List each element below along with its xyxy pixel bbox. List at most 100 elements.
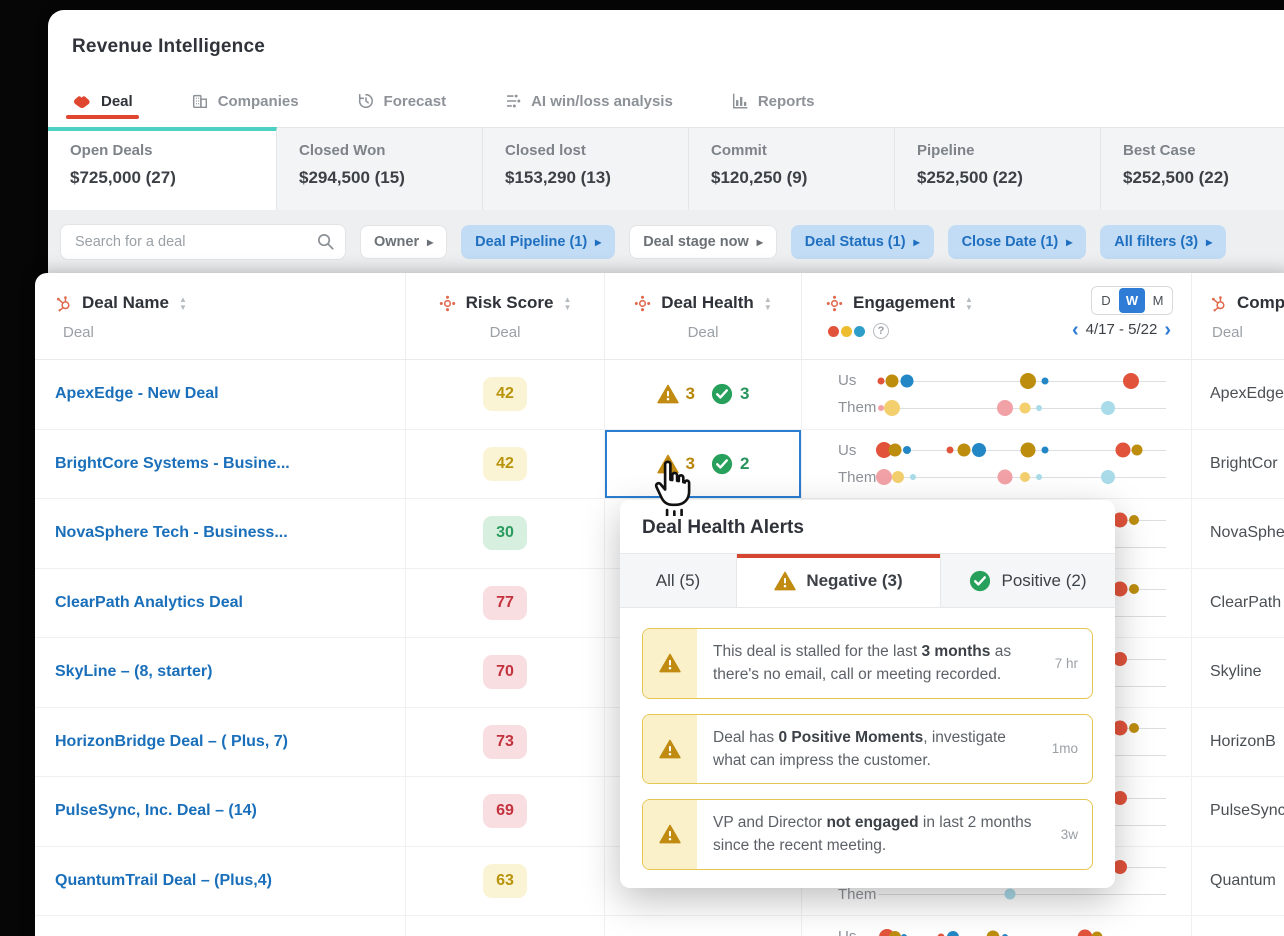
engagement-dot[interactable] [892,471,904,483]
engagement-dot[interactable] [1129,584,1139,594]
filter-chip-deal-pipeline-1[interactable]: Deal Pipeline (1) ▸ [461,225,615,259]
engagement-dot[interactable] [884,400,900,416]
deal-name-link[interactable]: BrightCore Systems - Busine... [35,430,406,499]
sort-icon[interactable]: ▲▼ [965,296,973,311]
filter-chip-deal-stage-now[interactable]: Deal stage now ▸ [629,225,777,259]
tab-deal[interactable]: Deal [72,92,133,126]
column-header-deal-name[interactable]: Deal Name ▲▼ Deal [35,273,406,359]
summary-card-value: $252,500 (22) [1123,168,1284,188]
engagement-view-w[interactable]: W [1119,288,1145,313]
deal-name-link[interactable]: NovaSphere Tech - Business... [35,499,406,568]
engagement-dot[interactable] [1115,443,1130,458]
engagement-dot[interactable] [903,446,911,454]
negative-alerts[interactable]: 3 [657,384,695,404]
column-header-risk-score[interactable]: Risk Score ▲▼ Deal [406,273,605,359]
search-input[interactable] [60,224,346,260]
engagement-dot[interactable] [1129,723,1139,733]
filter-chip-close-date-1[interactable]: Close Date (1) ▸ [948,225,1087,259]
engagement-dot[interactable] [997,400,1013,416]
filter-chip-deal-status-1[interactable]: Deal Status (1) ▸ [791,225,934,259]
alert-card[interactable]: Deal has 0 Positive Moments, investigate… [642,714,1093,785]
sort-icon[interactable]: ▲▼ [179,296,187,311]
column-header-deal-health[interactable]: Deal Health ▲▼ Deal [605,273,802,359]
popup-tab-negative[interactable]: Negative (3) [737,554,941,607]
sort-icon[interactable]: ▲▼ [563,296,571,311]
popup-tab-all[interactable]: All (5) [620,554,737,607]
engagement-dot[interactable] [1091,931,1102,936]
company-name: ApexEdge [1192,360,1284,429]
engagement-dot[interactable] [958,444,971,457]
engagement-dot[interactable] [1113,791,1127,805]
engagement-dot[interactable] [1129,515,1139,525]
engagement-dot[interactable] [1020,373,1036,389]
filter-chip-all-filters-3[interactable]: All filters (3) ▸ [1100,225,1226,259]
alert-card[interactable]: This deal is stalled for the last 3 mont… [642,628,1093,699]
engagement-dot[interactable] [1020,472,1030,482]
hand-cursor-icon [648,458,702,521]
engagement-dot[interactable] [1019,402,1030,413]
engagement-dot[interactable] [972,443,986,457]
next-range-icon[interactable]: › [1164,322,1171,338]
prev-range-icon[interactable]: ‹ [1072,322,1079,338]
alert-card[interactable]: VP and Director not engaged in last 2 mo… [642,799,1093,870]
tab-companies[interactable]: Companies [191,92,299,126]
summary-card-label: Closed Won [299,142,482,159]
engagement-dot[interactable] [1101,470,1115,484]
summary-card-pipeline[interactable]: Pipeline $252,500 (22) [895,127,1101,210]
column-header-engagement[interactable]: Engagement ▲▼ ? DWM ‹ 4/17 - 5/22 › [802,273,1192,359]
tab-ai-win-loss-analysis[interactable]: AI win/loss analysis [504,92,673,126]
summary-card-closed-lost[interactable]: Closed lost $153,290 (13) [483,127,689,210]
engagement-dot[interactable] [1113,652,1127,666]
engagement-dot[interactable] [889,931,901,936]
summary-card-best-case[interactable]: Best Case $252,500 (22) [1101,127,1284,210]
engagement-dot[interactable] [1020,443,1035,458]
engagement-view-m[interactable]: M [1145,288,1171,313]
positive-alerts[interactable]: 2 [711,453,749,475]
deal-name-link[interactable]: HorizonBridge Deal – ( Plus, 7) [35,708,406,777]
engagement-dot[interactable] [1036,405,1042,411]
filter-chip-owner[interactable]: Owner ▸ [360,225,447,259]
engagement-view-d[interactable]: D [1093,288,1119,313]
engagement-dot[interactable] [947,447,954,454]
engagement-dot[interactable] [877,377,884,384]
positive-alerts[interactable]: 3 [711,383,749,405]
deal-health-cell[interactable]: 33 [605,360,802,429]
deal-name-link[interactable]: SkyLine – (8, starter) [35,638,406,707]
engagement-dot[interactable] [1113,860,1127,874]
chevron-right-icon: ▸ [595,235,601,249]
tab-forecast[interactable]: Forecast [357,92,447,126]
engagement-dot[interactable] [876,469,892,485]
deal-name-link[interactable]: PulseSync, Inc. Deal – (14) [35,777,406,846]
deal-health-cell[interactable]: 32 [605,430,802,499]
engagement-dot[interactable] [1036,474,1042,480]
popup-tab-positive[interactable]: Positive (2) [941,554,1115,607]
engagement-dot[interactable] [1005,889,1016,900]
deal-health-cell[interactable] [605,916,802,936]
summary-card-closed-won[interactable]: Closed Won $294,500 (15) [277,127,483,210]
deal-name-link[interactable]: ClearPath Analytics Deal [35,569,406,638]
engagement-dot[interactable] [1132,445,1143,456]
summary-card-commit[interactable]: Commit $120,250 (9) [689,127,895,210]
engagement-dot[interactable] [987,930,1000,936]
deal-name-link[interactable] [35,916,406,936]
engagement-dot[interactable] [1101,401,1115,415]
summary-card-open-deals[interactable]: Open Deals $725,000 (27) [48,127,277,210]
engagement-track [878,371,1166,391]
engagement-dot[interactable] [1042,447,1049,454]
engagement-dot[interactable] [1123,373,1139,389]
deal-name-link[interactable]: ApexEdge - New Deal [35,360,406,429]
engagement-dot[interactable] [947,931,959,936]
engagement-dot[interactable] [997,470,1012,485]
engagement-dot[interactable] [878,405,884,411]
column-header-company[interactable]: Comp Deal [1192,273,1284,359]
tab-reports[interactable]: Reports [731,92,815,126]
chevron-right-icon: ▸ [1206,235,1212,249]
deal-name-link[interactable]: QuantumTrail Deal – (Plus,4) [35,847,406,916]
engagement-dot[interactable] [1042,377,1049,384]
help-icon[interactable]: ? [873,323,889,339]
engagement-dot[interactable] [910,474,916,480]
engagement-dot[interactable] [886,374,899,387]
sort-icon[interactable]: ▲▼ [764,296,772,311]
engagement-dot[interactable] [900,374,913,387]
engagement-dot[interactable] [889,444,902,457]
